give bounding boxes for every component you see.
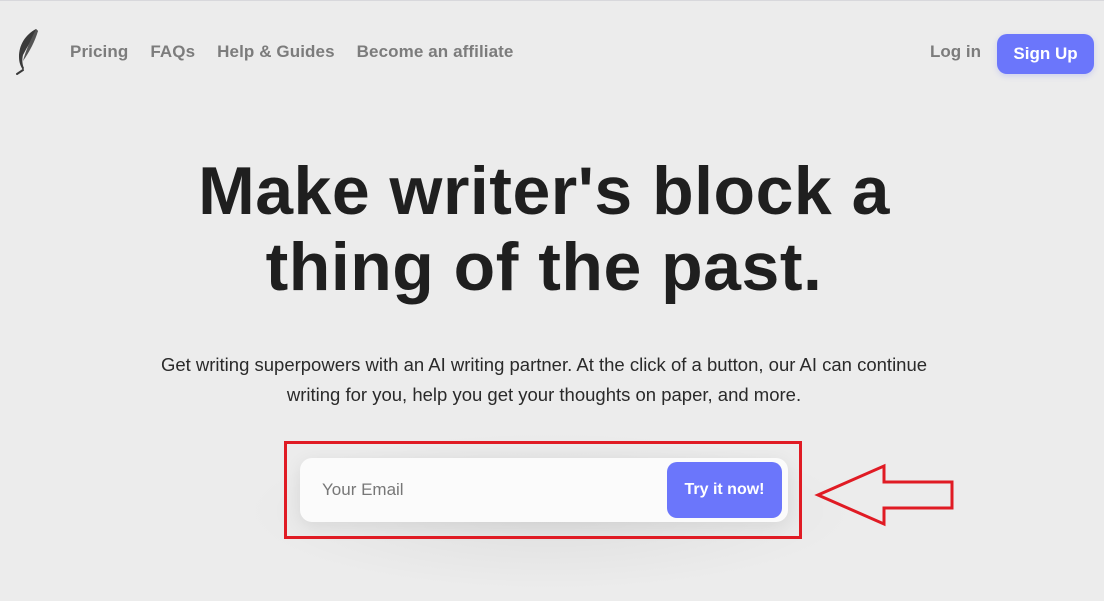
annotation-highlight-box bbox=[284, 441, 802, 539]
headline-line-1: Make writer's block a bbox=[198, 153, 890, 229]
subtext-line-1: Get writing superpowers with an AI writi… bbox=[160, 354, 928, 375]
nav-link-pricing[interactable]: Pricing bbox=[70, 42, 128, 62]
landing-page: Pricing FAQs Help & Guides Become an aff… bbox=[0, 0, 1104, 601]
top-navigation: Pricing FAQs Help & Guides Become an aff… bbox=[0, 1, 1104, 101]
login-link[interactable]: Log in bbox=[930, 42, 981, 62]
main-nav: Pricing FAQs Help & Guides Become an aff… bbox=[70, 42, 513, 62]
hero-headline: Make writer's block a thing of the past. bbox=[0, 153, 1088, 305]
subtext-line-2: writing for you, help you get your thoug… bbox=[286, 384, 802, 405]
nav-link-help-guides[interactable]: Help & Guides bbox=[217, 42, 335, 62]
left-arrow-outline-icon bbox=[814, 463, 954, 527]
nav-link-faqs[interactable]: FAQs bbox=[150, 42, 195, 62]
hero-subtext: Get writing superpowers with an AI writi… bbox=[120, 350, 968, 410]
feather-logo-icon[interactable] bbox=[13, 27, 41, 75]
signup-button[interactable]: Sign Up bbox=[997, 34, 1094, 74]
headline-line-2: thing of the past. bbox=[265, 229, 823, 305]
nav-link-become-affiliate[interactable]: Become an affiliate bbox=[357, 42, 514, 62]
